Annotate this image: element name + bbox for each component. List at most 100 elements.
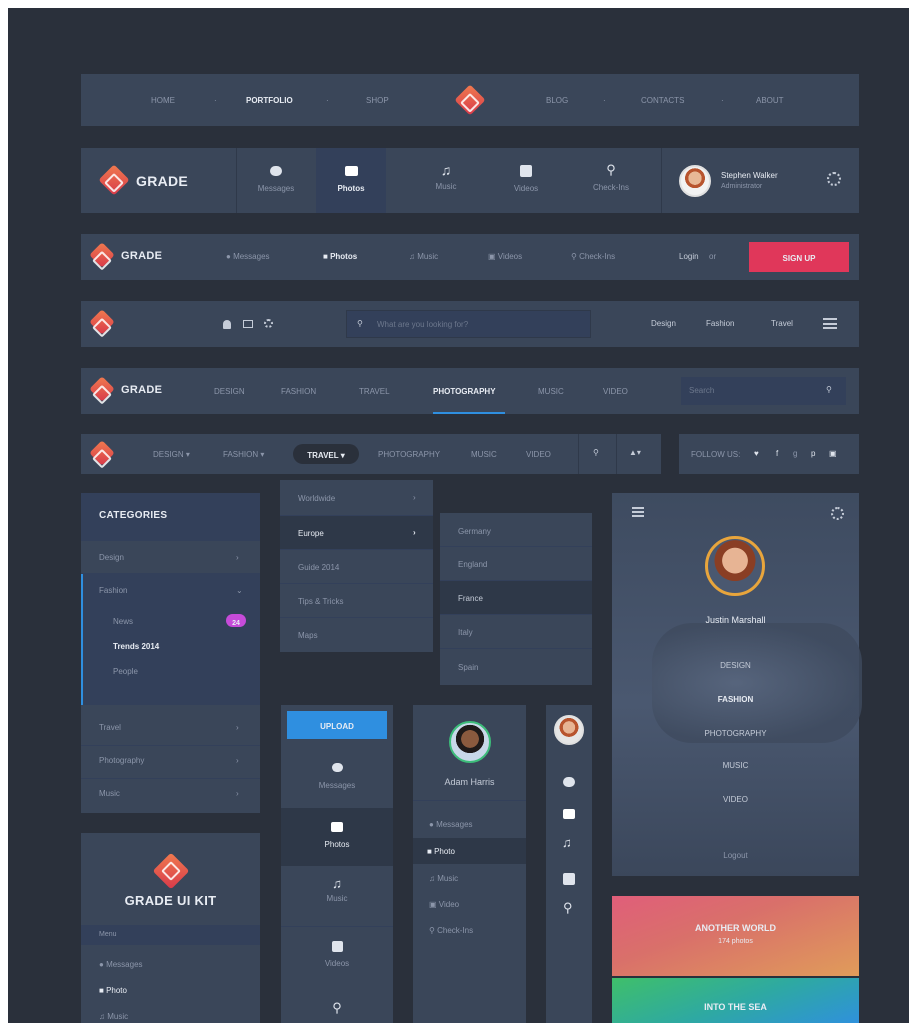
nav6-item-photography[interactable]: PHOTOGRAPHY [378, 450, 440, 459]
avatar[interactable] [554, 715, 584, 745]
nav3-tab-videos[interactable]: ▣ Videos [488, 252, 522, 261]
nav6-item-music[interactable]: MUSIC [471, 450, 497, 459]
dropdown1-item-guide[interactable]: Guide 2014 [280, 550, 433, 584]
nav4-link-fashion[interactable]: Fashion [706, 319, 734, 328]
dropdown2-item-england[interactable]: England [440, 547, 592, 581]
nav6-item-fashion[interactable]: FASHION ▾ [223, 450, 264, 459]
nav3-tab-messages[interactable]: ● Messages [226, 252, 270, 261]
search-box[interactable]: Search ⚲ [681, 377, 846, 405]
signup-button[interactable]: SIGN UP [749, 242, 849, 272]
nav6-item-travel[interactable]: TRAVEL ▾ [293, 444, 359, 464]
grade-logo[interactable] [89, 242, 115, 268]
upload-item-videos[interactable]: Videos [281, 926, 393, 986]
twitter-icon[interactable]: ♥ [754, 449, 759, 458]
category-item-travel[interactable]: Travel › [81, 713, 260, 746]
nav1-item-contacts[interactable]: CONTACTS [641, 96, 684, 105]
subcategory-trends[interactable]: Trends 2014 [113, 642, 159, 651]
nav1-item-blog[interactable]: BLOG [546, 96, 568, 105]
category-item-fashion[interactable]: Fashion [99, 586, 127, 595]
nav1-item-home[interactable]: HOME [151, 96, 175, 105]
grade-logo[interactable] [89, 440, 115, 466]
nav6-item-design[interactable]: DESIGN ▾ [153, 450, 190, 459]
category-item-photography[interactable]: Photography › [81, 746, 260, 779]
dropdown1-item-europe[interactable]: Europe › [280, 516, 433, 550]
google-plus-icon[interactable]: g [793, 449, 797, 458]
avatar[interactable] [705, 536, 765, 596]
instagram-icon[interactable]: ▣ [829, 449, 837, 458]
location-pin-icon[interactable]: ⚲ [563, 900, 573, 916]
grade-logo[interactable] [89, 309, 115, 335]
dropdown1-item-tips[interactable]: Tips & Tricks [280, 584, 433, 618]
video-icon[interactable] [563, 873, 575, 885]
hamburger-icon[interactable] [632, 507, 644, 517]
upload-item-photos[interactable]: Photos [281, 808, 393, 866]
nav6-item-video[interactable]: VIDEO [526, 450, 551, 459]
chat-icon[interactable] [563, 777, 575, 787]
subcategory-news[interactable]: News [113, 617, 133, 626]
nav2-tab-music[interactable]: ♫ Music [411, 148, 481, 213]
nav2-tab-messages[interactable]: Messages [241, 148, 311, 213]
subcategory-people[interactable]: People [113, 667, 138, 676]
nav1-item-portfolio[interactable]: PORTFOLIO [246, 96, 293, 105]
dropdown1-item-worldwide[interactable]: Worldwide › [280, 480, 433, 516]
music-note-icon[interactable]: ♫ [562, 835, 572, 850]
upload-item-music[interactable]: ♫ Music [281, 866, 393, 926]
adam-item-messages[interactable]: ● Messages [429, 820, 473, 829]
avatar[interactable] [679, 165, 711, 197]
user-icon[interactable] [223, 320, 231, 329]
nav2-tab-photos[interactable]: Photos [316, 148, 386, 213]
gear-icon[interactable] [264, 319, 273, 328]
gear-icon[interactable] [831, 507, 844, 520]
dropdown2-item-spain[interactable]: Spain [440, 649, 592, 685]
adam-item-checkins[interactable]: ⚲ Check-Ins [429, 926, 473, 935]
profile-item-photography[interactable]: PHOTOGRAPHY [612, 729, 859, 738]
nav5-item-fashion[interactable]: FASHION [281, 387, 316, 396]
avatar[interactable] [449, 721, 491, 763]
nav4-link-travel[interactable]: Travel [771, 319, 793, 328]
kit-item-photo[interactable]: ■ Photo [99, 986, 127, 995]
kit-item-messages[interactable]: ● Messages [99, 960, 143, 969]
mail-icon[interactable] [243, 320, 253, 328]
upload-button[interactable]: UPLOAD [287, 711, 387, 739]
search-icon[interactable]: ⚲ [826, 385, 832, 394]
search-icon[interactable]: ⚲ [593, 448, 599, 457]
dropdown1-item-maps[interactable]: Maps [280, 618, 433, 652]
camera-icon[interactable] [563, 809, 575, 819]
album-card-another-world[interactable]: ANOTHER WORLD 174 photos [612, 896, 859, 976]
user-dropdown-icon[interactable]: ▲▾ [629, 448, 641, 457]
login-link[interactable]: Login [679, 252, 699, 261]
nav3-tab-music[interactable]: ♫ Music [409, 252, 438, 261]
search-box[interactable]: ⚲ What are you looking for? [346, 310, 591, 338]
adam-item-photo[interactable]: ■ Photo [413, 838, 526, 864]
grade-logo[interactable] [98, 164, 130, 196]
nav1-item-about[interactable]: ABOUT [756, 96, 784, 105]
location-pin-icon[interactable]: ⚲ [281, 1000, 393, 1016]
pinterest-icon[interactable]: p [811, 449, 815, 458]
profile-item-music[interactable]: MUSIC [612, 761, 859, 770]
nav2-tab-videos[interactable]: Videos [491, 148, 561, 213]
kit-item-music[interactable]: ♫ Music [99, 1012, 128, 1021]
nav4-link-design[interactable]: Design [651, 319, 676, 328]
grade-logo[interactable] [454, 84, 486, 116]
hamburger-icon[interactable] [823, 318, 837, 329]
grade-logo[interactable] [89, 376, 115, 402]
nav5-item-travel[interactable]: TRAVEL [359, 387, 390, 396]
nav2-tab-checkins[interactable]: ⚲ Check-Ins [571, 148, 651, 213]
nav5-item-video[interactable]: VIDEO [603, 387, 628, 396]
nav3-tab-checkins[interactable]: ⚲ Check-Ins [571, 252, 615, 261]
nav5-item-music[interactable]: MUSIC [538, 387, 564, 396]
gear-icon[interactable] [827, 172, 841, 186]
profile-item-fashion[interactable]: FASHION [612, 695, 859, 704]
profile-item-design[interactable]: DESIGN [612, 661, 859, 670]
logout-link[interactable]: Logout [612, 851, 859, 860]
category-item-music[interactable]: Music › [81, 779, 260, 812]
profile-item-video[interactable]: VIDEO [612, 795, 859, 804]
album-card-into-the-sea[interactable]: INTO THE SEA [612, 978, 859, 1023]
adam-item-video[interactable]: ▣ Video [429, 900, 459, 909]
category-item-design[interactable]: Design › [81, 541, 260, 574]
nav3-tab-photos[interactable]: ■ Photos [323, 252, 357, 261]
dropdown2-item-france[interactable]: France [440, 581, 592, 615]
nav1-item-shop[interactable]: SHOP [366, 96, 389, 105]
nav5-item-design[interactable]: DESIGN [214, 387, 245, 396]
dropdown2-item-germany[interactable]: Germany [440, 513, 592, 547]
